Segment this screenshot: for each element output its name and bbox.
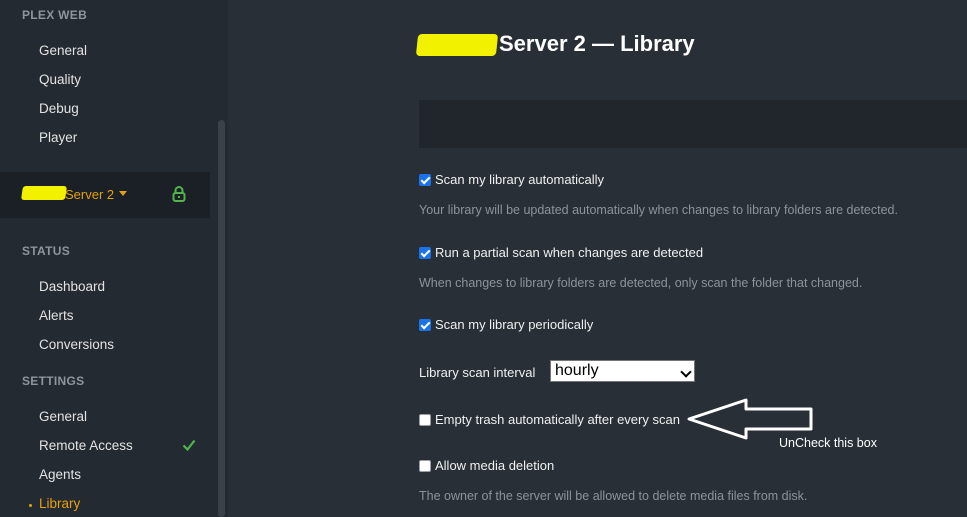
lock-icon <box>172 186 186 202</box>
sidebar-item-quality[interactable]: Quality <box>39 72 81 87</box>
checkbox-unchecked-icon[interactable] <box>419 459 431 472</box>
checkbox-label: Scan my library periodically <box>435 317 594 332</box>
sidebar-item-general[interactable]: General <box>39 43 87 58</box>
redaction-highlight <box>21 186 67 200</box>
checkbox-label: Run a partial scan when changes are dete… <box>435 245 704 260</box>
select-value: hourly <box>555 362 599 379</box>
scan-periodically-checkbox[interactable]: Scan my library periodically <box>419 317 593 332</box>
annotation-text: UnCheck this box <box>779 436 877 450</box>
scan-interval-select[interactable]: hourly <box>550 360 695 382</box>
sidebar-item-conversions[interactable]: Conversions <box>39 337 114 352</box>
checkbox-checked-icon[interactable] <box>419 246 431 259</box>
server-name[interactable]: Server 2 <box>65 187 114 202</box>
redaction-highlight <box>415 34 499 56</box>
chevron-down-icon[interactable] <box>119 191 127 196</box>
partial-scan-checkbox[interactable]: Run a partial scan when changes are dete… <box>419 245 703 260</box>
arrow-annotation-icon <box>687 398 813 440</box>
check-icon <box>182 439 196 452</box>
section-title-plex-web: PLEX WEB <box>22 8 88 22</box>
sidebar-item-debug[interactable]: Debug <box>39 101 79 116</box>
sidebar-item-alerts[interactable]: Alerts <box>39 308 74 323</box>
checkbox-checked-icon[interactable] <box>419 173 431 186</box>
checkbox-unchecked-icon[interactable] <box>419 413 431 426</box>
sidebar-item-player[interactable]: Player <box>39 130 77 145</box>
info-banner <box>419 100 967 148</box>
scan-automatically-checkbox[interactable]: Scan my library automatically <box>419 172 604 187</box>
section-title-settings: SETTINGS <box>22 374 85 388</box>
sidebar: PLEX WEB General Quality Debug Player Se… <box>0 0 228 517</box>
sidebar-item-settings-general[interactable]: General <box>39 409 87 424</box>
section-title-status: STATUS <box>22 244 71 258</box>
checkbox-label: Scan my library automatically <box>435 172 605 187</box>
allow-deletion-checkbox[interactable]: Allow media deletion <box>419 458 554 473</box>
setting-hint: Your library will be updated automatical… <box>419 203 898 217</box>
scan-interval-label: Library scan interval <box>419 365 536 380</box>
sidebar-item-remote-access[interactable]: Remote Access <box>39 438 133 453</box>
active-indicator-icon <box>29 504 32 507</box>
sidebar-scrollbar[interactable] <box>218 120 225 517</box>
empty-trash-checkbox[interactable]: Empty trash automatically after every sc… <box>419 412 680 427</box>
checkbox-checked-icon[interactable] <box>419 318 431 331</box>
sidebar-item-agents[interactable]: Agents <box>39 467 81 482</box>
sidebar-item-dashboard[interactable]: Dashboard <box>39 279 105 294</box>
checkbox-label: Empty trash automatically after every sc… <box>435 412 680 427</box>
sidebar-item-library[interactable]: Library <box>39 496 80 511</box>
page-title: Server 2 — Library <box>499 31 695 56</box>
setting-hint: The owner of the server will be allowed … <box>419 489 808 503</box>
checkbox-label: Allow media deletion <box>435 458 555 473</box>
chevron-down-icon <box>680 366 692 378</box>
setting-hint: When changes to library folders are dete… <box>419 276 863 290</box>
